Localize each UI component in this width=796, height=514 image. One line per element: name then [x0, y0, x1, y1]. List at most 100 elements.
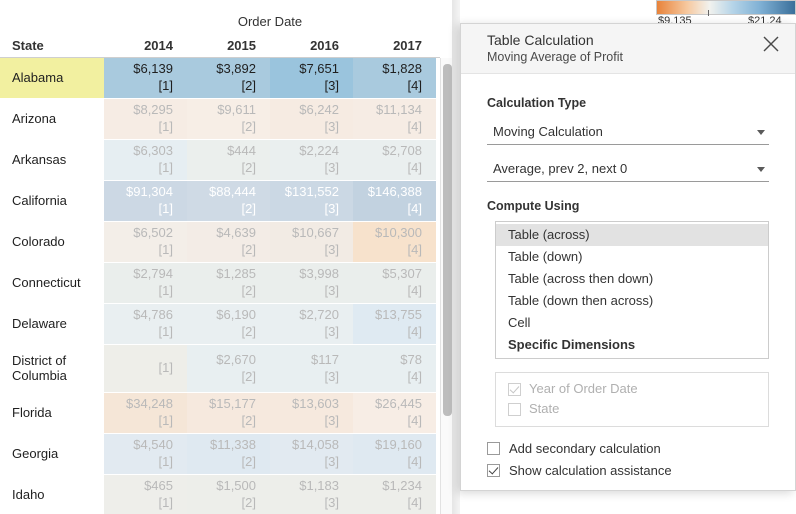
cell-delaware-2017[interactable]: $13,755 [4]: [353, 304, 436, 344]
table-header-row: State 2014 2015 2016 2017: [0, 34, 440, 56]
row-field-header[interactable]: State: [0, 34, 104, 56]
row-header-colorado[interactable]: Colorado: [0, 222, 104, 262]
cell-delaware-2016[interactable]: $2,720 [3]: [270, 304, 353, 344]
row-header-arkansas[interactable]: Arkansas: [0, 140, 104, 180]
table-row[interactable]: Arkansas $6,303 [1] $444 [2] $2,224 [3] $2,708[…: [0, 140, 440, 181]
cell-florida-2017[interactable]: $26,445 [4]: [353, 393, 436, 433]
cell-connecticut-2014[interactable]: $2,794 [1]: [104, 263, 187, 303]
compute-using-option-table-across-then-down[interactable]: Table (across then down): [496, 268, 768, 290]
cell-idaho-2014[interactable]: $465 [1]: [104, 475, 187, 514]
cell-colorado-2017[interactable]: $10,300 [4]: [353, 222, 436, 262]
cell-arkansas-2014[interactable]: $6,303 [1]: [104, 140, 187, 180]
compute-using-option-table-down-then-across[interactable]: Table (down then across): [496, 290, 768, 312]
chevron-down-icon: [757, 167, 765, 172]
table-row[interactable]: Delaware $4,786 [1] $6,190 [2] $2,720 [3] $13,7…: [0, 304, 440, 345]
cell-district-of-columbia-2016[interactable]: $117 [3]: [270, 345, 353, 392]
cell-idaho-2017[interactable]: $1,234 [4]: [353, 475, 436, 514]
compute-using-listbox[interactable]: Table (across) Table (down) Table (across …: [495, 221, 769, 359]
compute-using-option-table-down[interactable]: Table (down): [496, 246, 768, 268]
cell-florida-2016[interactable]: $13,603 [3]: [270, 393, 353, 433]
cell-colorado-2015[interactable]: $4,639 [2]: [187, 222, 270, 262]
calculation-detail-select[interactable]: Average, prev 2, next 0: [487, 156, 769, 182]
cell-rank: [2]: [241, 368, 256, 384]
table-row[interactable]: Colorado $6,502 [1] $4,639 [2] $10,667 [3] $10,…: [0, 222, 440, 263]
checkbox-icon[interactable]: [487, 464, 500, 477]
cell-arkansas-2017[interactable]: $2,708 [4]: [353, 140, 436, 180]
row-header-arizona[interactable]: Arizona: [0, 99, 104, 139]
cell-rank: [3]: [324, 283, 339, 298]
cell-delaware-2014[interactable]: $4,786 [1]: [104, 304, 187, 344]
table-row[interactable]: California $91,304 [1] $88,444 [2] $131,552 [3…: [0, 181, 440, 222]
cell-idaho-2016[interactable]: $1,183 [3]: [270, 475, 353, 514]
compute-using-option-cell[interactable]: Cell: [496, 312, 768, 334]
cell-arizona-2017[interactable]: $11,134 [4]: [353, 99, 436, 139]
cell-connecticut-2015[interactable]: $1,285 [2]: [187, 263, 270, 303]
calculation-type-select[interactable]: Moving Calculation: [487, 119, 769, 145]
cell-arkansas-2015[interactable]: $444 [2]: [187, 140, 270, 180]
cell-value: $11,134: [375, 102, 422, 118]
cell-delaware-2015[interactable]: $6,190 [2]: [187, 304, 270, 344]
cell-georgia-2017[interactable]: $19,160 [4]: [353, 434, 436, 474]
row-header-district-of-columbia[interactable]: District of Columbia: [0, 345, 104, 392]
cell-florida-2014[interactable]: $34,248 [1]: [104, 393, 187, 433]
cell-value: $131,552: [284, 184, 339, 200]
cell-alabama-2014[interactable]: $6,139 [1]: [104, 58, 187, 98]
row-header-delaware[interactable]: Delaware: [0, 304, 104, 344]
row-header-florida[interactable]: Florida: [0, 393, 104, 433]
cell-georgia-2015[interactable]: $11,338 [2]: [187, 434, 270, 474]
row-header-california[interactable]: California: [0, 181, 104, 221]
cell-alabama-2017[interactable]: $1,828 [4]: [353, 58, 436, 98]
cell-alabama-2015[interactable]: $3,892 [2]: [187, 58, 270, 98]
cell-california-2014[interactable]: $91,304 [1]: [104, 181, 187, 221]
option-add-secondary-calculation[interactable]: Add secondary calculation: [487, 441, 769, 456]
column-header-2016[interactable]: 2016: [270, 34, 353, 56]
table-row[interactable]: Connecticut $2,794 [1] $1,285 [2] $3,998 [3] $5…: [0, 263, 440, 304]
cell-georgia-2016[interactable]: $14,058 [3]: [270, 434, 353, 474]
table-row[interactable]: Arizona $8,295 [1] $9,611 [2] $6,242 [3] $11,13…: [0, 99, 440, 140]
cell-california-2017[interactable]: $146,388 [4]: [353, 181, 436, 221]
cell-value: $146,388: [367, 184, 422, 200]
crosstab-vertical-scrollbar[interactable]: [440, 58, 452, 514]
table-row[interactable]: Alabama $6,139 [1] $3,892 [2] $7,651 [3] $1,828…: [0, 58, 440, 99]
cell-georgia-2014[interactable]: $4,540 [1]: [104, 434, 187, 474]
cell-value: $6,139: [133, 61, 173, 77]
cell-colorado-2016[interactable]: $10,667 [3]: [270, 222, 353, 262]
cell-california-2016[interactable]: $131,552 [3]: [270, 181, 353, 221]
table-row[interactable]: District of Columbia [1] $2,670 [2] $117 [3] $…: [0, 345, 440, 393]
table-row[interactable]: Idaho $465 [1] $1,500 [2] $1,183 [3] $1,234 [4]: [0, 475, 440, 514]
table-row[interactable]: Florida $34,248 [1] $15,177 [2] $13,603 [3] $26…: [0, 393, 440, 434]
cell-alabama-2016[interactable]: $7,651 [3]: [270, 58, 353, 98]
cell-idaho-2015[interactable]: $1,500 [2]: [187, 475, 270, 514]
cell-connecticut-2017[interactable]: $5,307 [4]: [353, 263, 436, 303]
column-header-2014[interactable]: 2014: [104, 34, 187, 56]
row-header-georgia[interactable]: Georgia: [0, 434, 104, 474]
cell-arizona-2014[interactable]: $8,295 [1]: [104, 99, 187, 139]
compute-using-option-table-across[interactable]: Table (across): [496, 224, 768, 246]
cell-florida-2015[interactable]: $15,177 [2]: [187, 393, 270, 433]
cell-connecticut-2016[interactable]: $3,998 [3]: [270, 263, 353, 303]
close-icon[interactable]: [761, 34, 781, 54]
cell-district-of-columbia-2015[interactable]: $2,670 [2]: [187, 345, 270, 392]
checkbox-icon: [508, 402, 521, 416]
checkbox-icon[interactable]: [487, 442, 500, 455]
cell-colorado-2014[interactable]: $6,502 [1]: [104, 222, 187, 262]
calculation-detail-value: Average, prev 2, next 0: [493, 161, 628, 176]
cell-arkansas-2016[interactable]: $2,224 [3]: [270, 140, 353, 180]
cell-value: $2,670: [216, 351, 256, 367]
scrollbar-thumb[interactable]: [443, 64, 452, 416]
cell-district-of-columbia-2014[interactable]: [1]: [104, 345, 187, 392]
column-header-2017[interactable]: 2017: [353, 34, 436, 56]
compute-using-option-specific-dimensions[interactable]: Specific Dimensions: [496, 334, 768, 356]
cell-arizona-2016[interactable]: $6,242 [3]: [270, 99, 353, 139]
row-header-alabama[interactable]: Alabama: [0, 58, 104, 98]
cell-value: $1,234: [382, 478, 422, 494]
cell-district-of-columbia-2017[interactable]: $78 [4]: [353, 345, 436, 392]
cell-rank: [1]: [158, 119, 173, 134]
cell-arizona-2015[interactable]: $9,611 [2]: [187, 99, 270, 139]
option-show-calculation-assistance[interactable]: Show calculation assistance: [487, 463, 769, 478]
column-header-2015[interactable]: 2015: [187, 34, 270, 56]
table-row[interactable]: Georgia $4,540 [1] $11,338 [2] $14,058 [3] $19,…: [0, 434, 440, 475]
row-header-connecticut[interactable]: Connecticut: [0, 263, 104, 303]
row-header-idaho[interactable]: Idaho: [0, 475, 104, 514]
cell-california-2015[interactable]: $88,444 [2]: [187, 181, 270, 221]
